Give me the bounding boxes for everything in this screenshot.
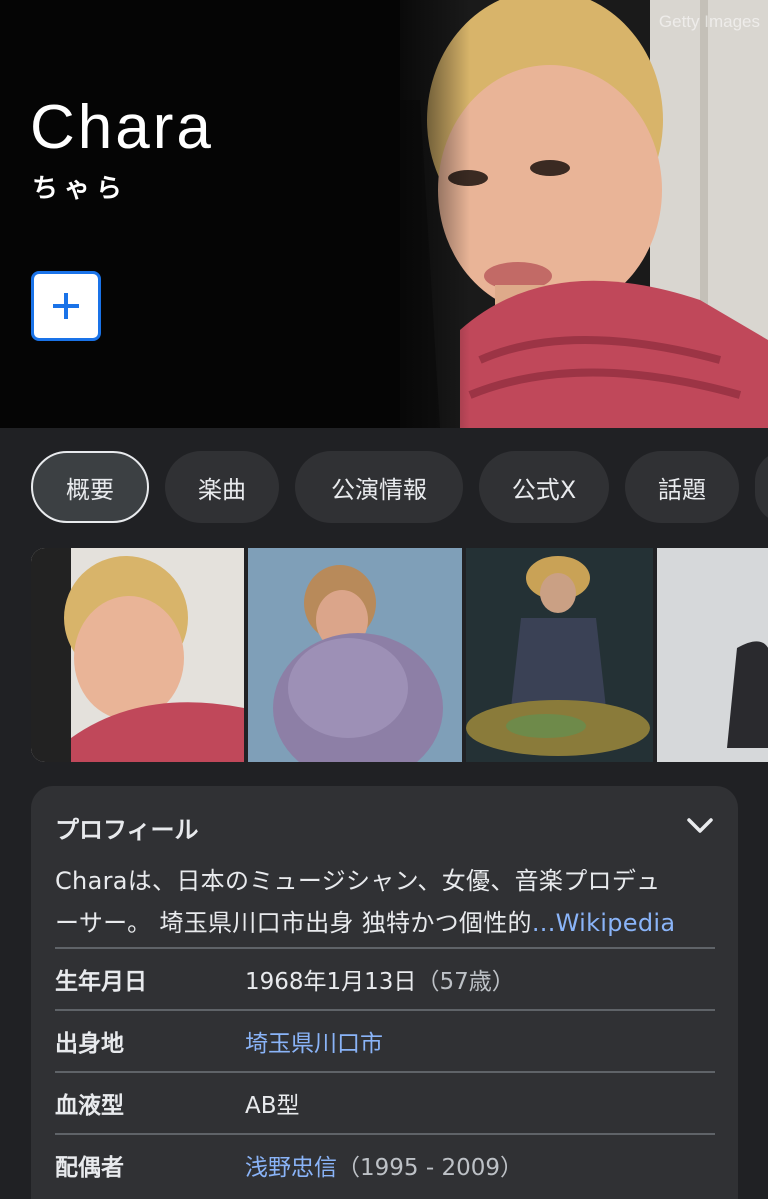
image-thumbnail-3[interactable] (466, 548, 653, 762)
description-line-2-text: ーサー。 埼玉県川口市出身 独特かつ個性的 (55, 909, 532, 937)
image-strip (31, 548, 768, 762)
hero-panel: Getty Images Chara ちゃら (0, 0, 768, 428)
blood-type-value: AB型 (245, 1093, 300, 1119)
image-thumbnail-4[interactable] (657, 548, 768, 762)
fact-label: 血液型 (55, 1093, 124, 1119)
fact-row-blood-type: 血液型 AB型 (55, 1071, 715, 1133)
wikipedia-link[interactable]: ...Wikipedia (532, 909, 676, 937)
chip-topics[interactable]: 話題 (625, 451, 739, 523)
chip-performances[interactable]: 公演情報 (295, 451, 463, 523)
fact-row-birthplace: 出身地 埼玉県川口市 (55, 1009, 715, 1071)
profile-facts: 生年月日 1968年1月13日（57歳） 出身地 埼玉県川口市 血液型 AB型 … (55, 947, 715, 1195)
profile-title: プロフィール (55, 816, 199, 844)
spouse-years: （1995 - 2009） (337, 1155, 523, 1181)
birthdate-value: 1968年1月13日 (245, 969, 417, 995)
hero-fade (330, 0, 470, 428)
chip-official-x[interactable]: 公式X (479, 451, 609, 523)
spouse-link[interactable]: 浅野忠信 (245, 1155, 337, 1181)
chip-overview[interactable]: 概要 (31, 451, 149, 523)
plus-icon (53, 293, 79, 319)
fact-value: 1968年1月13日（57歳） (245, 962, 515, 996)
description-line-2: ーサー。 埼玉県川口市出身 独特かつ個性的...Wikipedia (55, 902, 715, 944)
profile-card: プロフィール Charaは、日本のミュージシャン、女優、音楽プロデュ ーサー。 … (31, 786, 738, 1199)
profile-description: Charaは、日本のミュージシャン、女優、音楽プロデュ ーサー。 埼玉県川口市出… (55, 860, 715, 944)
fact-label: 出身地 (55, 1031, 124, 1057)
fact-row-birthdate: 生年月日 1968年1月13日（57歳） (55, 947, 715, 1009)
fact-label: 生年月日 (55, 969, 147, 995)
tab-chips: 概要 楽曲 公演情報 公式X 話題 (31, 451, 768, 523)
description-line-1: Charaは、日本のミュージシャン、女優、音楽プロデュ (55, 867, 661, 895)
entity-title: Chara (30, 93, 214, 162)
chevron-down-icon[interactable] (683, 808, 717, 842)
image-thumbnail-2[interactable] (248, 548, 462, 762)
chip-more[interactable] (755, 451, 768, 523)
entity-reading: ちゃら (32, 174, 129, 204)
watermark: Getty Images (658, 12, 760, 31)
fact-row-spouse: 配偶者 浅野忠信（1995 - 2009） (55, 1133, 715, 1195)
age-value: （57歳） (416, 969, 515, 995)
image-thumbnail-1[interactable] (31, 548, 244, 762)
chip-songs[interactable]: 楽曲 (165, 451, 279, 523)
fact-label: 配偶者 (55, 1155, 124, 1181)
birthplace-link[interactable]: 埼玉県川口市 (245, 1024, 383, 1058)
add-button[interactable] (31, 271, 101, 341)
fact-value: 浅野忠信（1995 - 2009） (245, 1148, 523, 1182)
